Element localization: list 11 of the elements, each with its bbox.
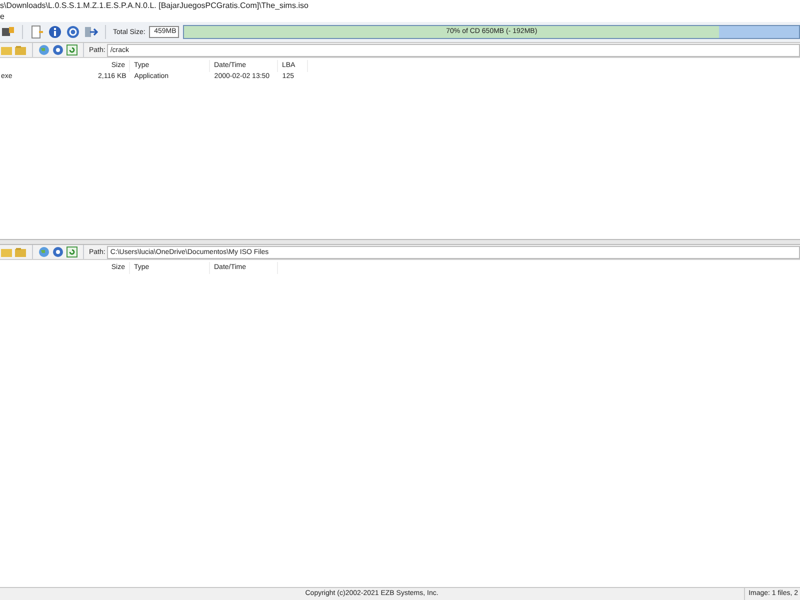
- refresh-icon[interactable]: [66, 246, 78, 258]
- folder-icon[interactable]: [15, 246, 27, 258]
- document-icon[interactable]: [30, 25, 44, 39]
- info-icon[interactable]: [48, 25, 62, 39]
- globe-icon[interactable]: [38, 246, 50, 258]
- globe-icon[interactable]: [38, 44, 50, 56]
- exit-icon[interactable]: [84, 25, 98, 39]
- menu-item[interactable]: e: [0, 12, 6, 22]
- folder-icon[interactable]: [15, 44, 27, 56]
- refresh-icon[interactable]: [66, 44, 78, 56]
- window-title: s\Downloads\L.0.S.S.1.M.Z.1.E.S.P.A.N.0.L. [BajarJuegosPCGratis.Com]\The_sims.iso: [0, 0, 310, 12]
